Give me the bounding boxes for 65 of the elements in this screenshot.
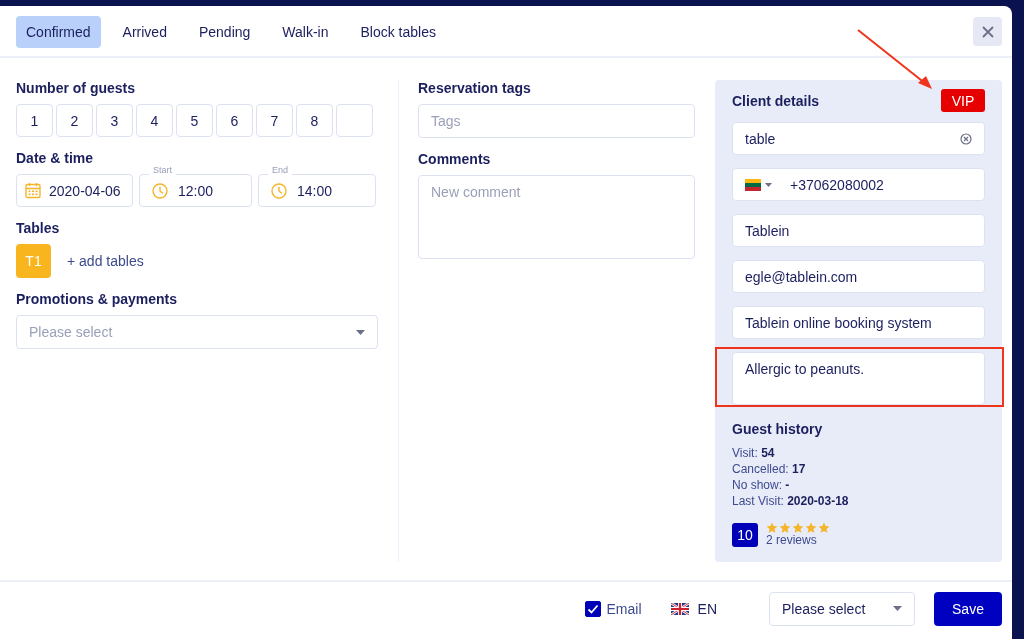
flag-icon [670,602,689,615]
star-icon [766,522,778,534]
client-search-field[interactable]: table [732,122,985,155]
tab[interactable]: Arrived [112,16,177,48]
rating-score: 10 [732,522,758,547]
comment-field[interactable]: New comment [418,175,695,259]
guest-count-option[interactable]: 2 [56,104,93,137]
time-field[interactable]: 12:00 [139,174,252,207]
star-icon [805,522,817,534]
clock-icon [271,182,287,199]
tab[interactable]: Block tables [350,16,446,48]
section-label: Date & time [16,150,95,166]
email-field[interactable]: egle@tablein.com [732,260,985,293]
field-label: End [268,165,292,175]
guest-count-option[interactable]: 8 [296,104,333,137]
section-title: Guest history [732,421,824,437]
caret-icon [765,182,772,187]
date-field[interactable]: 2020-04-06 [16,174,133,207]
reviews-count: 2 reviews [766,534,818,547]
phone-field[interactable]: +37062080002 [732,168,985,201]
section-title: Client details [732,92,820,109]
history-line: Last Visit: 2020-03-18 [732,493,850,509]
star-icon [792,522,804,534]
calendar-icon [25,182,41,199]
section-label: Tables [16,220,61,236]
tags-field[interactable]: Tags [418,104,695,138]
star-icon [779,522,791,534]
vip-badge[interactable]: VIP [941,89,985,112]
field-label: Start [149,165,176,175]
star-icon [818,522,830,534]
add-tables-link[interactable]: + add tables [67,253,144,269]
section-label: Number of guests [16,80,136,96]
name-field[interactable]: Tablein [732,214,985,247]
guest-count-option[interactable]: 5 [176,104,213,137]
history-line: No show: - [732,477,791,493]
language-label[interactable]: EN [697,600,717,617]
history-line: Cancelled: 17 [732,461,807,477]
caret-icon [893,606,902,611]
check-icon [586,603,599,614]
tab[interactable]: Walk-in [272,16,339,48]
clock-icon [152,182,168,199]
history-line: Visit: 54 [732,445,776,461]
guest-count-option[interactable]: 7 [256,104,293,137]
email-checkbox[interactable] [584,600,601,617]
section-label: Reservation tags [418,80,532,96]
clear-icon [960,132,972,145]
close-button[interactable] [973,17,1002,46]
flag-icon [745,178,761,191]
tab[interactable]: Pending [188,16,261,48]
save-button[interactable]: Save [934,591,1002,626]
guest-count-option[interactable]: 1 [16,104,53,137]
time-field[interactable]: 14:00 [258,174,376,207]
section-label: Comments [418,151,492,167]
guest-count-option[interactable]: 6 [216,104,253,137]
tab[interactable]: Confirmed [16,16,101,48]
caret-icon [356,329,365,335]
company-field[interactable]: Tablein online booking system [732,306,985,339]
checkbox-label: Email [606,600,642,617]
guest-count-option[interactable]: 4 [136,104,173,137]
guest-count-option[interactable]: 3 [96,104,133,137]
custom-guest-count-field[interactable] [336,104,373,137]
note-field[interactable]: Allergic to peanuts. [732,352,985,405]
section-label: Promotions & payments [16,291,179,307]
close-icon [981,25,994,38]
status-select[interactable]: Please select [769,591,915,626]
